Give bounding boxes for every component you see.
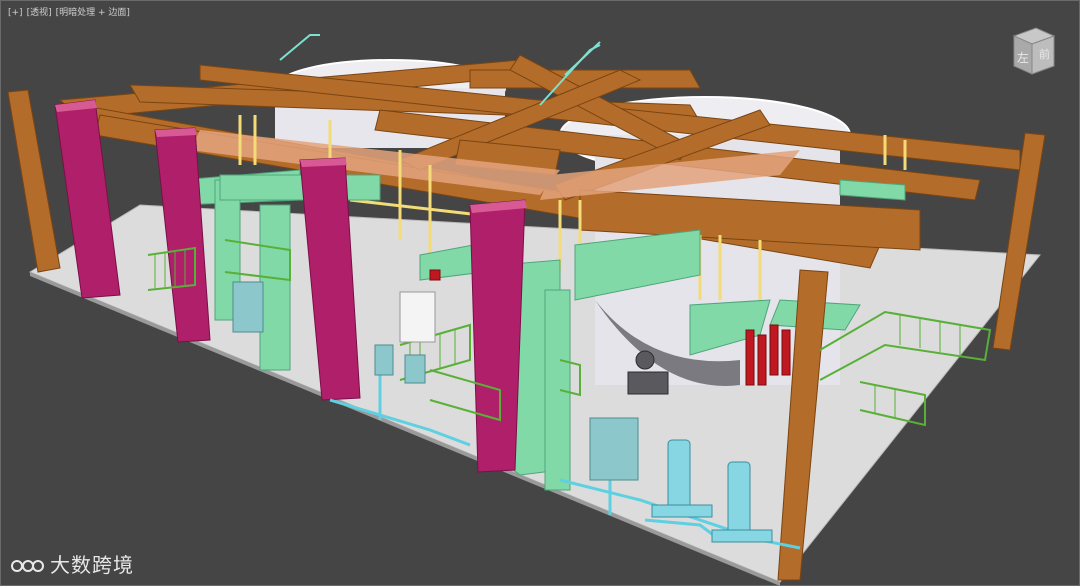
scene-render[interactable]	[0, 0, 1080, 586]
viewcube[interactable]: 左 前	[1004, 24, 1060, 80]
viewcube-face-label: 左	[1017, 50, 1029, 65]
viewport-label[interactable]: [+] [透视] [明暗处理 + 边面]	[8, 5, 134, 18]
watermark-logo-icon	[11, 559, 44, 572]
watermark-text: 大数跨境	[50, 553, 134, 577]
viewport-menu-perspective[interactable]: [透视]	[27, 8, 52, 18]
viewport-menu-shading[interactable]: [明暗处理 + 边面]	[56, 8, 130, 18]
viewcube-icon[interactable]: 左 前	[1004, 24, 1060, 80]
viewport-menu-plus[interactable]: [+]	[8, 8, 23, 18]
viewcube-side-label: 前	[1039, 47, 1050, 61]
watermark: 大数跨境	[10, 549, 134, 578]
3d-viewport[interactable]: [+] [透视] [明暗处理 + 边面] 左 前 大数跨境	[0, 0, 1080, 586]
white-cabinet	[399, 291, 436, 343]
